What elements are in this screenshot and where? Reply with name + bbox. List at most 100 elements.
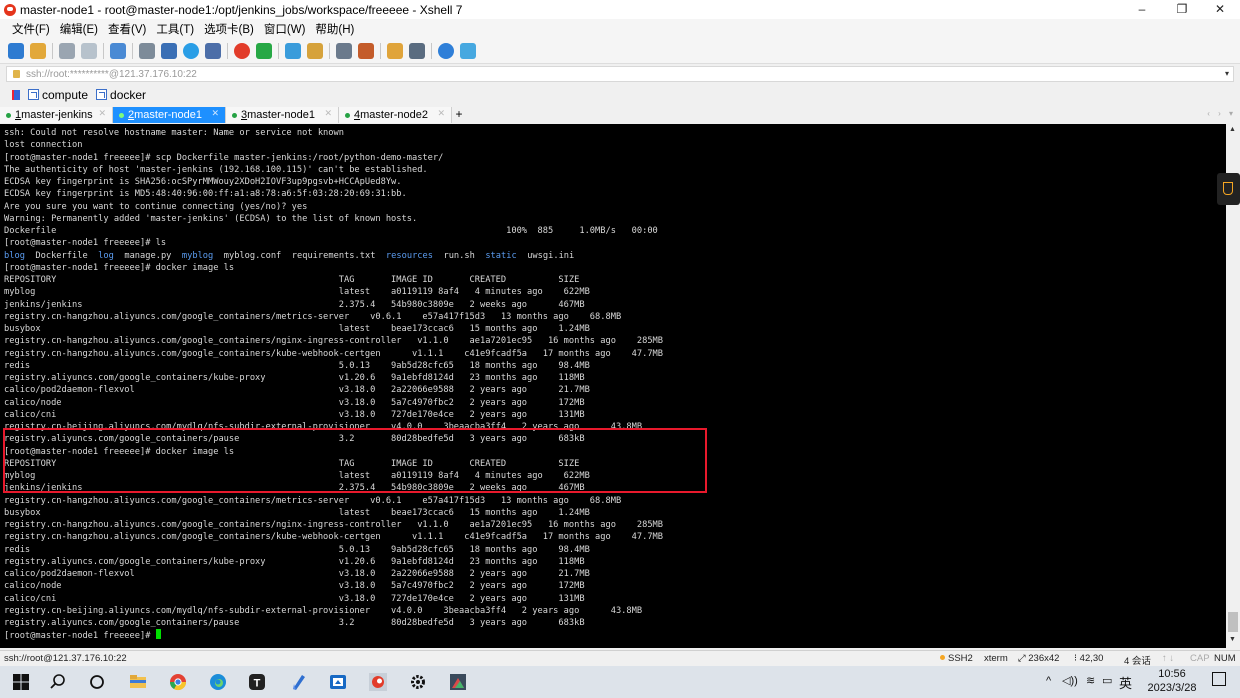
tab-master-node1-active[interactable]: 2 master-node1 ✕ (113, 107, 226, 123)
status-size-label: 236x42 (1028, 653, 1060, 664)
scroll-up-icon[interactable]: ▲ (1229, 126, 1236, 133)
chrome-icon[interactable] (169, 673, 187, 691)
task-view-icon[interactable] (88, 673, 106, 691)
tab-navigation-icon[interactable]: ‹ › ▾ (1207, 109, 1236, 118)
tab-close-icon[interactable]: ✕ (211, 108, 219, 119)
windows-start-icon[interactable] (12, 673, 30, 691)
connected-dot-icon (345, 112, 350, 118)
xshell-window: master-node1 - root@master-node1:/opt/je… (0, 0, 1240, 698)
tab-close-icon[interactable]: ✕ (98, 108, 106, 119)
ls-file: run.sh (443, 250, 475, 261)
menu-tools[interactable]: 工具(T) (156, 21, 194, 37)
terminal-output[interactable]: ssh: Could not resolve hostname master: … (0, 124, 1226, 648)
terminal-line: registry.cn-beijing.aliyuncs.com/mydlq/n… (4, 605, 643, 616)
help-icon[interactable] (438, 42, 454, 59)
maximize-button[interactable]: ❐ (1164, 0, 1200, 19)
menu-help[interactable]: 帮助(H) (315, 21, 354, 37)
file-explorer-icon[interactable] (129, 673, 147, 691)
terminal-line: REPOSITORY TAG IMAGE ID CREATED SIZE (4, 275, 580, 285)
volume-icon[interactable]: ◁)) (1062, 674, 1078, 687)
tab-close-icon[interactable]: ✕ (324, 108, 332, 119)
toolbar-divider (380, 42, 381, 59)
transfer-icon[interactable] (387, 42, 403, 59)
toolbar-divider (52, 42, 53, 59)
terminal-line: registry.aliyuncs.com/google_containers/… (4, 618, 585, 628)
links-bookmark-icon[interactable] (12, 89, 20, 100)
status-protocol: SSH2 (940, 653, 973, 664)
tab-master-jenkins[interactable]: 1 master-jenkins ✕ (0, 107, 113, 123)
menu-view[interactable]: 查看(V) (108, 21, 146, 37)
settings-gear-icon[interactable] (409, 673, 427, 691)
keyboard-icon[interactable]: ▭ (1102, 674, 1112, 687)
xshell-logo-icon[interactable] (234, 42, 250, 59)
globe-icon[interactable] (183, 42, 199, 59)
link-docker[interactable]: docker (96, 88, 146, 102)
lock-icon[interactable] (307, 42, 323, 59)
notifications-icon[interactable] (1212, 672, 1226, 686)
connected-dot-icon (232, 112, 237, 118)
reconnect-icon[interactable] (81, 42, 97, 59)
clock-time[interactable]: 10:56 (1142, 668, 1202, 680)
tab-master-node2[interactable]: 4 master-node2 ✕ (339, 107, 452, 123)
terminal-prompt-line: [root@master-node1 freeeee]# (4, 629, 1226, 641)
tab-label: master-jenkins (21, 109, 93, 121)
session-nav-icon[interactable]: ↑ ↓ (1162, 653, 1174, 664)
ls-file: Dockerfile (35, 250, 88, 261)
wifi-icon[interactable]: ≋ (1086, 674, 1095, 687)
address-input[interactable] (26, 68, 1206, 80)
properties-icon[interactable] (110, 42, 126, 59)
fullscreen-icon[interactable] (285, 42, 301, 59)
side-panel-toggle[interactable] (1217, 173, 1240, 205)
address-dropdown-icon[interactable]: ▾ (1225, 67, 1229, 81)
scroll-down-icon[interactable]: ▼ (1229, 636, 1236, 643)
terminal-line: registry.cn-beijing.aliyuncs.com/mydlq/n… (4, 422, 643, 432)
chat-icon[interactable] (460, 42, 476, 59)
typora-icon[interactable]: T (248, 673, 266, 691)
terminal-line: [root@master-node1 freeeee]# scp Dockerf… (4, 152, 444, 163)
menu-edit[interactable]: 编辑(E) (60, 21, 98, 37)
find-icon[interactable] (139, 42, 155, 59)
bin-icon (1223, 182, 1233, 195)
title-bar: master-node1 - root@master-node1:/opt/je… (0, 0, 1240, 19)
notepad-icon[interactable] (289, 673, 307, 691)
terminal-line: [root@master-node1 freeeee]# ls (4, 238, 167, 249)
terminal-line: jenkins/jenkins 2.375.4 54b980c3809e 2 w… (4, 299, 585, 310)
toolbar-divider (227, 42, 228, 59)
terminal-line: Dockerfile 100% 885 1.0MB/s 00:00 (4, 226, 658, 236)
shortcut-icon (96, 89, 108, 100)
terminal-line: Are you sure you want to continue connec… (4, 201, 308, 212)
edge-icon[interactable] (209, 673, 227, 691)
menu-tab[interactable]: 选项卡(B) (204, 21, 254, 37)
tab-close-icon[interactable]: ✕ (437, 108, 445, 119)
script-icon[interactable] (358, 42, 374, 59)
keyboard-icon[interactable] (336, 42, 352, 59)
menu-file[interactable]: 文件(F) (12, 21, 50, 37)
clock-date[interactable]: 2023/3/28 (1142, 682, 1202, 694)
minimize-button[interactable]: – (1124, 0, 1160, 19)
terminal-line: calico/node v3.18.0 5a7c4970fbc2 2 years… (4, 397, 585, 408)
link-label: docker (110, 87, 147, 102)
link-compute[interactable]: compute (28, 88, 88, 102)
scrollbar-thumb[interactable] (1228, 612, 1238, 632)
terminal-settings-icon[interactable] (161, 42, 177, 59)
screen-capture-icon[interactable] (329, 673, 347, 691)
disconnect-icon[interactable] (59, 42, 75, 59)
terminal-line: ssh: Could not resolve hostname master: … (4, 128, 344, 138)
menu-bar: 文件(F) 编辑(E) 查看(V) 工具(T) 选项卡(B) 窗口(W) 帮助(… (0, 19, 1240, 38)
ime-indicator[interactable]: 英 (1119, 673, 1132, 692)
toolbar-divider (278, 42, 279, 59)
menu-window[interactable]: 窗口(W) (264, 21, 306, 37)
tray-expand-icon[interactable]: ^ (1046, 675, 1051, 687)
new-session-icon[interactable] (8, 42, 24, 59)
xftp-icon[interactable] (256, 42, 272, 59)
tab-master-node1[interactable]: 3 master-node1 ✕ (226, 107, 339, 123)
app-launcher-icon[interactable] (449, 673, 467, 691)
ls-file: manage.py (124, 250, 172, 261)
xshell-taskbar-icon[interactable] (369, 673, 387, 691)
open-folder-icon[interactable] (30, 42, 46, 59)
close-button[interactable]: ✕ (1202, 0, 1238, 19)
add-tab-button[interactable]: + (452, 107, 466, 123)
font-icon[interactable] (205, 42, 221, 59)
layout-icon[interactable] (409, 42, 425, 59)
search-icon[interactable] (49, 673, 67, 691)
